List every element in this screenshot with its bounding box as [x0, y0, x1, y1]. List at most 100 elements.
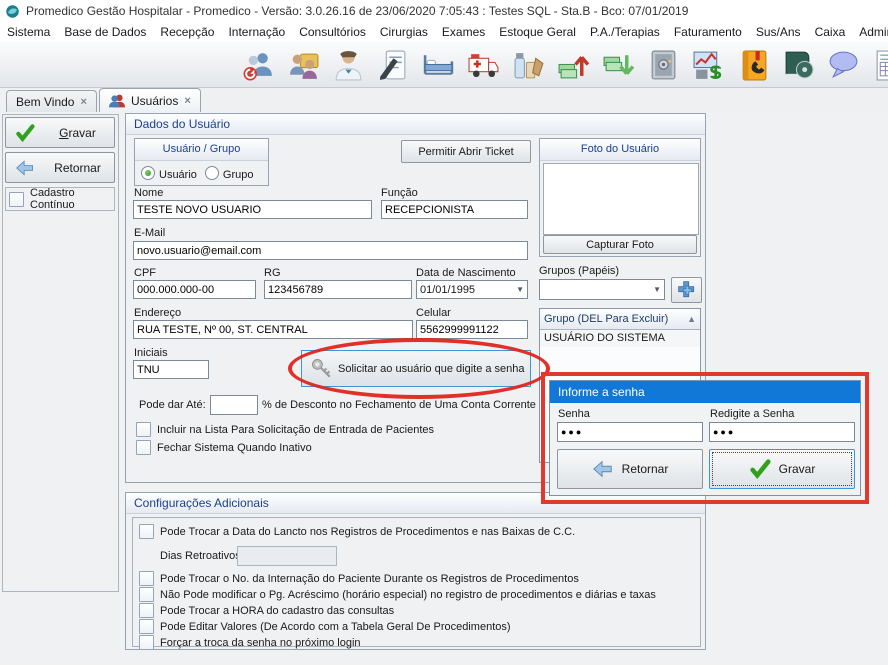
radio-grupo-dot: [205, 166, 219, 180]
endereco-input[interactable]: [133, 320, 413, 339]
fechar-sistema-checkbox[interactable]: [136, 440, 151, 455]
nome-input[interactable]: [133, 200, 372, 219]
solicitar-senha-label: Solicitar ao usuário que digite a senha: [338, 363, 525, 375]
menu-internacao[interactable]: Internação: [221, 25, 292, 39]
radio-usuario-dot: [141, 166, 155, 180]
tab-bem-vindo[interactable]: Bem Vindo ×: [6, 90, 97, 112]
dias-retroativos-input[interactable]: [237, 546, 337, 566]
people-icon: [109, 93, 125, 109]
phone-book-icon[interactable]: [735, 47, 771, 83]
nascimento-select[interactable]: 01/01/1995 ▼: [416, 280, 528, 299]
promedico-window: Promedico Gestão Hospitalar - Promedico …: [0, 0, 888, 665]
add-grupo-button[interactable]: [671, 277, 702, 303]
menu-consultorios[interactable]: Consultórios: [292, 25, 373, 39]
trocar-hora-row: Pode Trocar a HORA do cadastro das consu…: [139, 603, 394, 618]
tab-close-icon[interactable]: ×: [80, 96, 86, 108]
nascimento-label: Data de Nascimento: [416, 267, 516, 279]
gravar-button[interactable]: Gravar: [5, 117, 115, 148]
menu-estoque-geral[interactable]: Estoque Geral: [492, 25, 583, 39]
rg-input[interactable]: [264, 280, 412, 299]
desconto-input[interactable]: [210, 395, 258, 415]
revenue-up-icon[interactable]: [555, 47, 591, 83]
ambulance-icon[interactable]: [465, 47, 501, 83]
permitir-abrir-ticket-button[interactable]: Permitir Abrir Ticket: [401, 140, 531, 163]
hospital-bed-icon[interactable]: [420, 47, 456, 83]
cadastro-continuo-checkbox[interactable]: [9, 192, 24, 207]
manual-book-icon[interactable]: [780, 47, 816, 83]
rg-label: RG: [264, 267, 281, 279]
celular-input[interactable]: [416, 320, 528, 339]
usuario-grupo-header: Usuário / Grupo: [135, 139, 268, 161]
foto-placeholder: [543, 163, 699, 235]
iniciais-label: Iniciais: [134, 347, 168, 359]
incluir-lista-checkbox[interactable]: [136, 422, 151, 437]
senha-input[interactable]: [557, 422, 703, 442]
sort-asc-icon[interactable]: ▲: [687, 314, 696, 324]
forcar-troca-senha-row: Forçar a troca da senha no próximo login: [139, 635, 361, 650]
nao-modificar-acrescimo-row: Não Pode modificar o Pg. Acréscimo (horá…: [139, 587, 656, 602]
forcar-troca-senha-checkbox[interactable]: [139, 635, 154, 650]
trocar-data-lancto-checkbox[interactable]: [139, 524, 154, 539]
menu-sistema[interactable]: Sistema: [0, 25, 57, 39]
solicitar-senha-button[interactable]: Solicitar ao usuário que digite a senha: [301, 350, 531, 387]
tab-bem-vindo-label: Bem Vindo: [16, 95, 74, 109]
radio-usuario[interactable]: Usuário: [141, 166, 197, 181]
doctor-icon[interactable]: [330, 47, 366, 83]
menu-base-de-dados[interactable]: Base de Dados: [57, 25, 153, 39]
cpf-input[interactable]: [133, 280, 256, 299]
financial-chart-icon[interactable]: [690, 47, 726, 83]
retornar-button[interactable]: Retornar: [5, 152, 115, 183]
report-icon[interactable]: [870, 47, 888, 83]
revenue-down-icon[interactable]: [600, 47, 636, 83]
fechar-sistema-label: Fechar Sistema Quando Inativo: [157, 442, 312, 454]
trocar-internacao-checkbox[interactable]: [139, 571, 154, 586]
cpf-label: CPF: [134, 267, 156, 279]
patients-icon[interactable]: [285, 47, 321, 83]
grupos-papeis-select[interactable]: ▼: [539, 279, 665, 300]
check-icon: [15, 123, 35, 143]
redigite-senha-input[interactable]: [709, 422, 855, 442]
pharmacy-icon[interactable]: [510, 47, 546, 83]
menu-faturamento[interactable]: Faturamento: [667, 25, 749, 39]
menu-sus-ans[interactable]: Sus/Ans: [749, 25, 808, 39]
tab-usuarios[interactable]: Usuários ×: [99, 88, 201, 112]
fechar-sistema-row: Fechar Sistema Quando Inativo: [136, 440, 312, 455]
dialog-retornar-button[interactable]: Retornar: [557, 449, 703, 489]
capturar-foto-button[interactable]: Capturar Foto: [543, 235, 697, 254]
tab-usuarios-label: Usuários: [131, 94, 178, 108]
arrow-left-icon: [592, 458, 614, 480]
users-icon[interactable]: [240, 47, 276, 83]
foto-usuario-panel: Foto do Usuário Capturar Foto: [539, 138, 701, 257]
prescription-icon[interactable]: [375, 47, 411, 83]
safe-icon[interactable]: [645, 47, 681, 83]
gravar-label: Gravar: [41, 126, 114, 140]
chat-icon[interactable]: [825, 47, 861, 83]
menu-administracao[interactable]: Administração: [852, 25, 888, 39]
iniciais-input[interactable]: [133, 360, 209, 379]
email-input[interactable]: [133, 241, 528, 260]
config-adicionais-header: Configurações Adicionais: [126, 493, 705, 514]
editar-valores-checkbox[interactable]: [139, 619, 154, 634]
informe-senha-titlebar: Informe a senha: [550, 381, 860, 403]
trocar-data-lancto-row: Pode Trocar a Data do Lancto nos Registr…: [139, 524, 575, 539]
menu-pa-terapias[interactable]: P.A./Terapias: [583, 25, 667, 39]
grupo-list-item[interactable]: USUÁRIO DO SISTEMA: [540, 330, 700, 347]
incluir-lista-row: Incluir na Lista Para Solicitação de Ent…: [136, 422, 434, 437]
funcao-label: Função: [381, 187, 418, 199]
menu-cirurgias[interactable]: Cirurgias: [373, 25, 435, 39]
menu-recepcao[interactable]: Recepção: [153, 25, 221, 39]
app-logo-icon: [5, 4, 20, 19]
menu-exames[interactable]: Exames: [435, 25, 492, 39]
menu-caixa[interactable]: Caixa: [808, 25, 853, 39]
trocar-hora-checkbox[interactable]: [139, 603, 154, 618]
grupos-papeis-label: Grupos (Papéis): [539, 265, 619, 277]
radio-grupo[interactable]: Grupo: [205, 166, 254, 181]
nao-modificar-acrescimo-checkbox[interactable]: [139, 587, 154, 602]
email-label: E-Mail: [134, 227, 165, 239]
dialog-retornar-label: Retornar: [622, 462, 669, 476]
desconto-suffix-label: % de Desconto no Fechamento de Uma Conta…: [262, 399, 536, 411]
tab-close-icon[interactable]: ×: [184, 95, 190, 107]
grupo-list-header[interactable]: Grupo (DEL Para Excluir) ▲: [540, 309, 700, 330]
funcao-input[interactable]: [381, 200, 528, 219]
dialog-gravar-button[interactable]: Gravar: [709, 449, 855, 489]
